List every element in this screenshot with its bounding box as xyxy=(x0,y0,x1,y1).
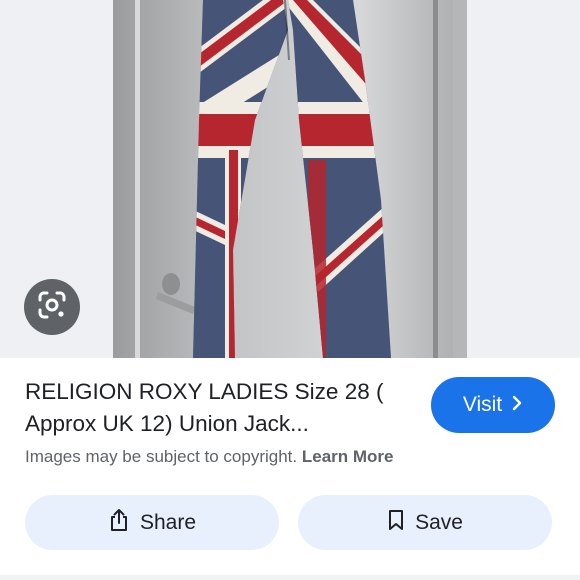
bottom-divider xyxy=(0,575,580,580)
share-icon xyxy=(108,508,130,538)
save-label: Save xyxy=(415,510,463,534)
union-jack-jeans-image xyxy=(113,0,467,358)
copyright-text: Images may be subject to copyright. xyxy=(25,447,298,466)
share-button[interactable]: Share xyxy=(25,495,279,550)
visit-label: Visit xyxy=(462,393,503,416)
image-preview-area xyxy=(0,0,580,358)
result-title[interactable]: RELIGION ROXY LADIES Size 28 ( Approx UK… xyxy=(25,376,415,440)
share-label: Share xyxy=(139,510,197,534)
visit-button[interactable]: Visit xyxy=(431,377,555,433)
chevron-right-icon xyxy=(511,393,523,417)
save-button[interactable]: Save xyxy=(298,495,552,550)
copyright-notice: Images may be subject to copyright. Lear… xyxy=(25,447,394,467)
bookmark-icon xyxy=(387,509,405,537)
product-photo[interactable] xyxy=(113,0,467,358)
google-lens-icon xyxy=(37,290,67,325)
learn-more-link[interactable]: Learn More xyxy=(302,447,394,466)
lens-search-button[interactable] xyxy=(24,279,80,335)
